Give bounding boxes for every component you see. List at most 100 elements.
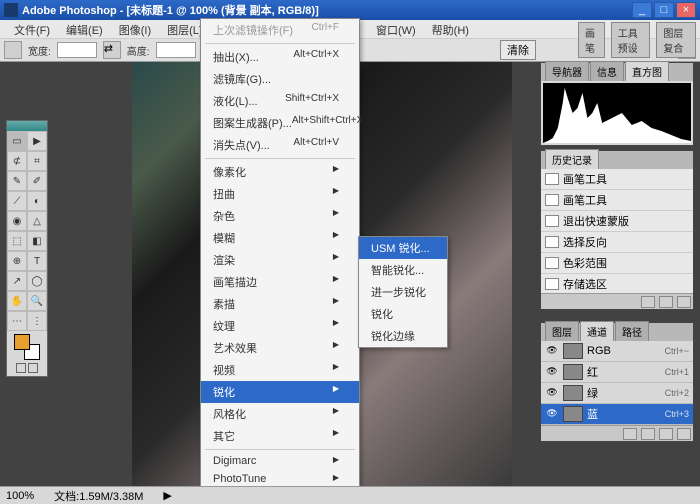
channel-item[interactable]: 👁RGBCtrl+~ [541,341,693,362]
history-item[interactable]: 色彩范围 [541,253,693,274]
panel-tab[interactable]: 信息 [590,61,624,81]
close-button[interactable]: × [676,2,696,18]
menu-entry[interactable]: 模糊▶ [201,227,359,249]
tool-button[interactable]: 🔍 [27,291,47,311]
quickmask-icon[interactable] [16,363,26,373]
history-item[interactable]: 存储选区 [541,274,693,293]
history-item[interactable]: 选择反向 [541,232,693,253]
tool-button[interactable]: T [27,251,47,271]
width-input[interactable] [57,42,97,58]
menu-item[interactable]: 窗口(W) [368,20,424,38]
panel-tab[interactable]: 导航器 [545,61,589,81]
tool-button[interactable]: ▶ [27,131,47,151]
load-selection-icon[interactable] [623,428,637,440]
tool-button[interactable]: ⊄ [7,151,27,171]
new-channel-icon[interactable] [659,428,673,440]
panel-tab[interactable]: 直方图 [625,61,669,81]
menu-entry[interactable]: 艺术效果▶ [201,337,359,359]
statusbar: 100% 文档:1.59M/3.38M ▶ [0,486,700,504]
menu-entry[interactable]: 风格化▶ [201,403,359,425]
tool-button[interactable]: ⟋ [7,191,27,211]
submenu-entry[interactable]: 锐化边缘 [359,325,447,347]
menu-entry[interactable]: 抽出(X)...Alt+Ctrl+X [201,46,359,68]
submenu-entry[interactable]: 智能锐化... [359,259,447,281]
tool-button[interactable]: ◯ [27,271,47,291]
tool-button[interactable]: ✋ [7,291,27,311]
tool-button[interactable]: ↗ [7,271,27,291]
menu-entry[interactable]: 消失点(V)...Alt+Ctrl+V [201,134,359,156]
menu-item[interactable]: 编辑(E) [58,20,111,38]
save-selection-icon[interactable] [641,428,655,440]
tool-button[interactable]: △ [27,211,47,231]
height-input[interactable] [156,42,196,58]
panel-tab[interactable]: 路径 [615,321,649,341]
tool-button[interactable]: ⋯ [7,311,27,331]
zoom-level[interactable]: 100% [6,490,34,502]
maximize-button[interactable]: □ [654,2,674,18]
visibility-icon[interactable]: 👁 [545,387,559,399]
channel-item[interactable]: 👁绿Ctrl+2 [541,383,693,404]
menu-entry[interactable]: Digimarc▶ [201,452,359,470]
minimize-button[interactable]: _ [632,2,652,18]
foreground-color-swatch[interactable] [14,334,30,350]
tool-button[interactable]: ◐ [27,191,47,211]
submenu-entry[interactable]: 锐化 [359,303,447,325]
history-snapshot-icon[interactable] [641,296,655,308]
height-label: 高度: [127,43,150,58]
history-item[interactable]: 画笔工具 [541,190,693,211]
channel-item[interactable]: 👁红Ctrl+1 [541,362,693,383]
menu-entry[interactable]: 渲染▶ [201,249,359,271]
channel-item[interactable]: 👁蓝Ctrl+3 [541,404,693,425]
screenmode-icon[interactable] [28,363,38,373]
palette-tab[interactable]: 画笔 [578,22,605,58]
panel-tab[interactable]: 通道 [580,321,614,341]
palette-tab[interactable]: 工具预设 [611,22,651,58]
trash-icon[interactable] [677,428,691,440]
document-info: 文档:1.59M/3.38M [54,488,143,504]
tool-button[interactable]: ⊕ [7,251,27,271]
menu-item[interactable]: 图像(I) [111,20,159,38]
menu-entry[interactable]: 图案生成器(P)...Alt+Shift+Ctrl+X [201,112,359,134]
menu-item[interactable]: 帮助(H) [424,20,477,38]
menu-entry[interactable]: 液化(L)...Shift+Ctrl+X [201,90,359,112]
window-titlebar: Adobe Photoshop - [未标题-1 @ 100% (背景 副本, … [0,0,700,20]
menu-entry[interactable]: 画笔描边▶ [201,271,359,293]
tool-button[interactable]: ⌗ [27,151,47,171]
tool-button[interactable]: ✐ [27,171,47,191]
menu-entry[interactable]: 杂色▶ [201,205,359,227]
clear-button[interactable]: 清除 [500,40,536,60]
menu-entry[interactable]: 扭曲▶ [201,183,359,205]
submenu-entry[interactable]: USM 锐化... [359,237,447,259]
menu-entry[interactable]: 素描▶ [201,293,359,315]
menu-entry[interactable]: 其它▶ [201,425,359,447]
menu-entry[interactable]: 像素化▶ [201,161,359,183]
color-swatches [7,331,47,376]
tool-button[interactable]: ◧ [27,231,47,251]
tool-button[interactable]: ⬚ [7,231,27,251]
toolbox-grip[interactable] [7,121,47,131]
menu-entry[interactable]: 纹理▶ [201,315,359,337]
tool-button[interactable]: ◉ [7,211,27,231]
tool-button[interactable]: ▭ [7,131,27,151]
history-new-icon[interactable] [659,296,673,308]
panel-tab[interactable]: 图层 [545,321,579,341]
menu-entry[interactable]: 滤镜库(G)... [201,68,359,90]
history-item[interactable]: 画笔工具 [541,169,693,190]
crop-tool-icon[interactable] [4,41,22,59]
history-tab[interactable]: 历史记录 [545,149,599,169]
window-title: Adobe Photoshop - [未标题-1 @ 100% (背景 副本, … [22,2,632,18]
palette-tab[interactable]: 图层复合 [656,22,696,58]
tool-button[interactable]: ⋮ [27,311,47,331]
menu-entry[interactable]: 锐化▶ [201,381,359,403]
visibility-icon[interactable]: 👁 [545,366,559,378]
trash-icon[interactable] [677,296,691,308]
visibility-icon[interactable]: 👁 [545,345,559,357]
history-item[interactable]: 退出快速蒙版 [541,211,693,232]
history-panel: 历史记录 画笔工具画笔工具退出快速蒙版选择反向色彩范围存储选区填充载入选区 [540,150,694,310]
submenu-entry[interactable]: 进一步锐化 [359,281,447,303]
visibility-icon[interactable]: 👁 [545,408,559,420]
menu-item[interactable]: 文件(F) [6,20,58,38]
swap-dimensions-icon[interactable]: ⇄ [103,41,121,59]
tool-button[interactable]: ✎ [7,171,27,191]
menu-entry[interactable]: 视频▶ [201,359,359,381]
